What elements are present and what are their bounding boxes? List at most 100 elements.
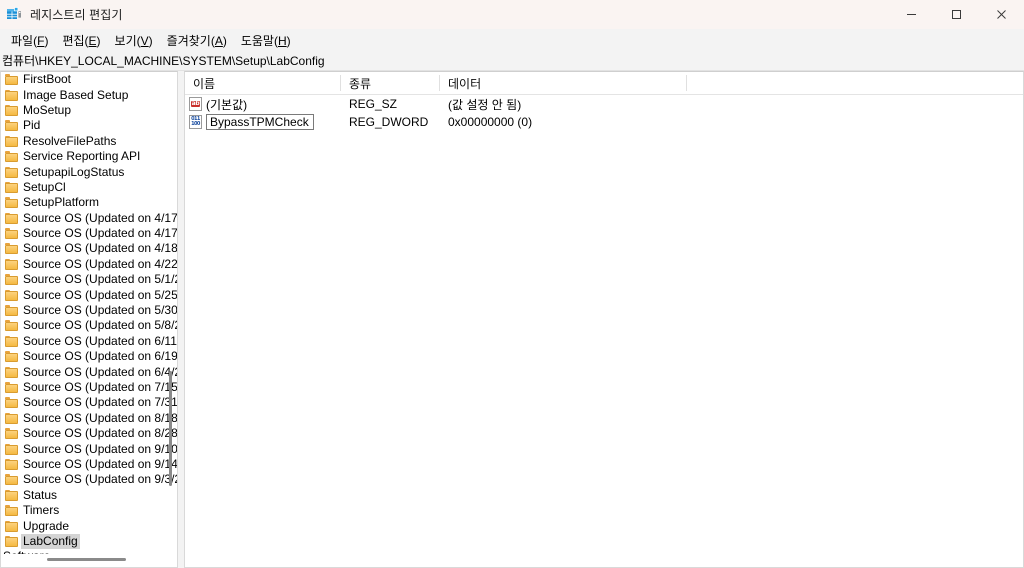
folder-icon: [5, 151, 18, 163]
tree-node-label: Source OS (Updated on 4/18/20: [23, 241, 177, 256]
column-header-name[interactable]: 이름: [185, 72, 341, 94]
value-type-cell: REG_DWORD: [349, 115, 429, 129]
tree-node-label: Status: [23, 487, 58, 502]
tree-node[interactable]: Source OS (Updated on 6/19/20: [1, 349, 177, 364]
tree-node[interactable]: Pid: [1, 118, 177, 133]
tree-node-label: Source OS (Updated on 6/11/20: [23, 333, 177, 348]
menu-edit[interactable]: 편집(E): [55, 30, 107, 51]
value-name-cell[interactable]: 011 100 BypassTPMCheck: [185, 114, 341, 130]
folder-icon: [5, 197, 18, 209]
maximize-button[interactable]: [934, 0, 979, 29]
tree-node[interactable]: Source OS (Updated on 4/18/20: [1, 241, 177, 256]
tree-node[interactable]: FirstBoot: [1, 72, 177, 87]
value-name-cell[interactable]: ab (기본값): [185, 96, 341, 113]
tree-node[interactable]: LabConfig: [1, 533, 177, 549]
tree-node-label: Source OS (Updated on 5/30/20: [23, 303, 177, 318]
menu-view-label: 보기: [114, 33, 137, 48]
tree-node[interactable]: SetupapiLogStatus: [1, 164, 177, 179]
tree-node[interactable]: Source OS (Updated on 5/1/202: [1, 272, 177, 287]
menu-favorites-accel: A: [214, 33, 223, 48]
menu-favorites[interactable]: 즐겨찾기(A): [160, 30, 234, 51]
close-button[interactable]: [979, 0, 1024, 29]
folder-icon: [5, 412, 18, 424]
table-row[interactable]: ab (기본값) REG_SZ (값 설정 안 됨): [185, 95, 1023, 113]
menu-view-accel: V: [140, 33, 149, 48]
tree-node-label: Source OS (Updated on 5/8/202: [23, 318, 177, 333]
folder-icon: [5, 397, 18, 409]
tree-node-label: Source OS (Updated on 6/19/20: [23, 349, 177, 364]
tree-node-label: Source OS (Updated on 6/4/202: [23, 364, 177, 379]
menu-help[interactable]: 도움말(H): [234, 30, 298, 51]
tree-node-label: ResolveFilePaths: [23, 133, 117, 148]
tree-node[interactable]: Source OS (Updated on 6/4/202: [1, 364, 177, 379]
address-bar[interactable]: 컴퓨터\HKEY_LOCAL_MACHINE\SYSTEM\Setup\LabC…: [0, 51, 1024, 71]
column-header-type-label: 종류: [349, 76, 372, 91]
tree-node[interactable]: Source OS (Updated on 5/30/20: [1, 303, 177, 318]
tree-node[interactable]: Source OS (Updated on 4/22/20: [1, 257, 177, 272]
folder-icon: [5, 89, 18, 101]
tree-node[interactable]: Image Based Setup: [1, 87, 177, 102]
value-type-cell: REG_SZ: [349, 97, 398, 111]
value-name-label: (기본값): [206, 97, 248, 112]
tree-node[interactable]: Source OS (Updated on 9/10/20: [1, 441, 177, 456]
tree-node-label: Source OS (Updated on 5/25/20: [23, 287, 177, 302]
menu-file[interactable]: 파일(F): [4, 30, 55, 51]
menu-view[interactable]: 보기(V): [108, 30, 160, 51]
tree-vertical-scrollbar[interactable]: [165, 73, 176, 553]
tree-node[interactable]: Source OS (Updated on 4/17/20: [1, 211, 177, 226]
minimize-button[interactable]: [889, 0, 934, 29]
folder-icon: [5, 489, 18, 501]
tree-node[interactable]: Upgrade: [1, 518, 177, 533]
tree-node[interactable]: Service Reporting API: [1, 149, 177, 164]
tree-node[interactable]: SetupPlatform: [1, 195, 177, 210]
tree-node-label: FirstBoot: [23, 72, 72, 87]
tree-node-label: LabConfig: [21, 533, 80, 549]
tree-node[interactable]: Source OS (Updated on 8/28/20: [1, 426, 177, 441]
tree-node-label: Source OS (Updated on 8/18/20: [23, 410, 177, 425]
folder-icon: [5, 458, 18, 470]
tree-node[interactable]: Source OS (Updated on 7/15/20: [1, 380, 177, 395]
menu-favorites-label: 즐겨찾기: [166, 33, 211, 48]
tree-horizontal-scrollbar[interactable]: [2, 554, 176, 566]
registry-path: 컴퓨터\HKEY_LOCAL_MACHINE\SYSTEM\Setup\LabC…: [2, 54, 325, 68]
main-content: FirstBoot Image Based Setup MoSetup Pid Reso…: [0, 71, 1024, 568]
registry-tree: FirstBoot Image Based Setup MoSetup Pid Reso…: [1, 72, 177, 554]
tree-node-label: Source OS (Updated on 9/10/20: [23, 441, 177, 456]
window-title: 레지스트리 편집기: [30, 8, 123, 22]
tree-node[interactable]: Status: [1, 488, 177, 503]
folder-icon: [5, 228, 18, 240]
menu-edit-label: 편집: [62, 33, 85, 48]
tree-node-label: SetupCl: [23, 179, 66, 194]
tree-node[interactable]: Source OS (Updated on 9/3/202: [1, 472, 177, 487]
tree-node[interactable]: Source OS (Updated on 6/11/20: [1, 334, 177, 349]
tree-node[interactable]: Source OS (Updated on 5/25/20: [1, 287, 177, 302]
column-header-data[interactable]: 데이터: [440, 72, 687, 94]
rename-input[interactable]: BypassTPMCheck: [206, 114, 314, 130]
table-row[interactable]: 011 100 BypassTPMCheck REG_DWORD 0x00000000 …: [185, 113, 1023, 131]
folder-icon: [5, 505, 18, 517]
folder-icon: [5, 382, 18, 393]
dword-value-icon: 011 100: [189, 115, 202, 129]
tree-node-label: Source OS (Updated on 7/15/20: [23, 380, 177, 394]
tree-horizontal-scroll-thumb[interactable]: [47, 558, 126, 561]
folder-icon: [5, 243, 18, 255]
folder-icon: [5, 74, 18, 86]
tree-node[interactable]: SetupCl: [1, 180, 177, 195]
column-header-filler: [687, 72, 1023, 94]
folder-icon: [5, 135, 18, 147]
registry-values-pane: 이름 종류 데이터 ab (기본값) REG_SZ (값 설정 안 됨) 011 100 B…: [184, 71, 1024, 568]
title-bar[interactable]: 레지스트리 편집기: [0, 0, 1024, 29]
tree-node[interactable]: Source OS (Updated on 5/8/202: [1, 318, 177, 333]
tree-node[interactable]: ResolveFilePaths: [1, 134, 177, 149]
tree-node-label: MoSetup: [23, 102, 72, 117]
tree-node[interactable]: Source OS (Updated on 7/31/20: [1, 395, 177, 410]
column-header-type[interactable]: 종류: [341, 72, 440, 94]
tree-node-label: Source OS (Updated on 5/1/202: [23, 272, 177, 287]
tree-node[interactable]: Source OS (Updated on 9/14/20: [1, 457, 177, 472]
tree-node[interactable]: MoSetup: [1, 103, 177, 118]
tree-node[interactable]: Timers: [1, 503, 177, 518]
folder-icon: [5, 166, 18, 178]
tree-node[interactable]: Source OS (Updated on 4/17/20: [1, 226, 177, 241]
tree-vertical-scroll-thumb[interactable]: [169, 370, 172, 486]
tree-node[interactable]: Source OS (Updated on 8/18/20: [1, 411, 177, 426]
